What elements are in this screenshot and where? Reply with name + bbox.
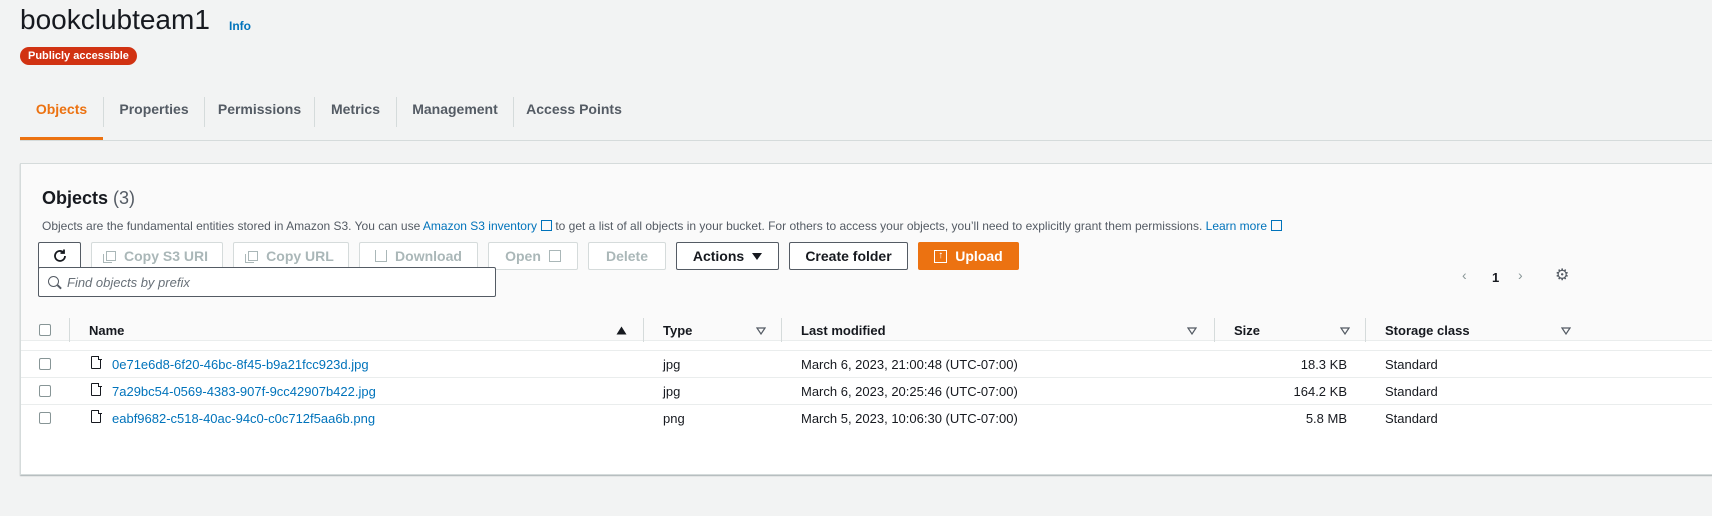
object-name-link[interactable]: 7a29bc54-0569-4383-907f-9cc42907b422.jpg xyxy=(112,384,376,399)
object-name-link[interactable]: eabf9682-c518-40ac-94c0-c0c712f5aa6b.png xyxy=(112,411,375,426)
sort-icon[interactable] xyxy=(1187,327,1197,335)
table-row[interactable]: 7a29bc54-0569-4383-907f-9cc42907b422.jpg… xyxy=(21,378,1712,405)
objects-heading: Objects (3) xyxy=(42,188,135,209)
copy-url-button[interactable]: Copy URL xyxy=(233,242,349,270)
sort-icon[interactable] xyxy=(1561,327,1571,335)
objects-count: (3) xyxy=(113,188,136,208)
object-size: 164.2 KB xyxy=(1293,384,1348,399)
object-storage-class: Standard xyxy=(1385,411,1438,426)
object-type: png xyxy=(663,411,685,426)
download-button[interactable]: Download xyxy=(359,242,478,270)
create-folder-label: Create folder xyxy=(805,248,892,264)
object-storage-class: Standard xyxy=(1385,384,1438,399)
tab-management[interactable]: Management xyxy=(397,97,513,140)
sort-ascending-icon[interactable] xyxy=(616,326,627,335)
external-link-icon xyxy=(548,250,561,262)
next-page-icon[interactable]: › xyxy=(1518,267,1523,283)
download-icon xyxy=(375,250,388,262)
file-icon xyxy=(91,355,102,369)
object-type: jpg xyxy=(663,384,681,399)
objects-panel: Objects (3) Objects are the fundamental … xyxy=(20,163,1712,475)
select-all-checkbox[interactable] xyxy=(39,324,51,336)
column-divider xyxy=(1365,318,1366,342)
tab-objects[interactable]: Objects xyxy=(20,97,103,140)
tab-properties[interactable]: Properties xyxy=(104,97,204,140)
public-access-badge: Publicly accessible xyxy=(20,47,137,65)
upload-label: Upload xyxy=(955,248,1003,264)
object-last-modified: March 6, 2023, 20:25:46 (UTC-07:00) xyxy=(801,384,1018,399)
open-button[interactable]: Open xyxy=(488,242,578,270)
file-icon xyxy=(91,382,102,396)
download-label: Download xyxy=(395,248,462,264)
row-checkbox[interactable] xyxy=(39,412,51,424)
row-checkbox[interactable] xyxy=(39,385,51,397)
column-header-last-modified[interactable]: Last modified xyxy=(801,323,886,338)
object-size: 5.8 MB xyxy=(1305,411,1347,426)
objects-description: Objects are the fundamental entities sto… xyxy=(42,219,1283,233)
sort-icon[interactable] xyxy=(756,327,766,335)
open-label: Open xyxy=(505,248,541,264)
tab-access-points[interactable]: Access Points xyxy=(514,97,634,140)
objects-panel-header: Objects (3) Objects are the fundamental … xyxy=(21,164,1712,341)
column-header-type[interactable]: Type xyxy=(663,323,692,338)
upload-button[interactable]: ↑ Upload xyxy=(918,242,1019,270)
table-row[interactable]: eabf9682-c518-40ac-94c0-c0c712f5aa6b.png… xyxy=(21,405,1712,432)
previous-page-icon[interactable]: ‹ xyxy=(1462,267,1467,283)
bucket-title: bookclubteam1 xyxy=(20,4,210,35)
table-row[interactable]: 0e71e6d8-6f20-46bc-8f45-b9a21fcc923d.jpg… xyxy=(21,351,1712,378)
search-input[interactable] xyxy=(67,268,487,296)
column-divider xyxy=(643,318,644,342)
caret-down-icon xyxy=(752,252,763,260)
column-header-size[interactable]: Size xyxy=(1234,323,1260,338)
external-link-icon xyxy=(540,220,552,231)
learn-more-link[interactable]: Learn more xyxy=(1206,219,1283,233)
sort-icon[interactable] xyxy=(1340,327,1350,335)
search-box xyxy=(38,267,496,297)
description-text-after: to get a list of all objects in your buc… xyxy=(555,219,1203,233)
file-icon xyxy=(91,409,102,423)
refresh-button[interactable] xyxy=(38,242,81,270)
create-folder-button[interactable]: Create folder xyxy=(789,242,908,270)
column-divider xyxy=(69,318,70,342)
delete-label: Delete xyxy=(605,248,649,264)
column-divider xyxy=(781,318,782,342)
column-divider xyxy=(1214,318,1215,342)
search-icon xyxy=(48,276,59,287)
object-last-modified: March 5, 2023, 10:06:30 (UTC-07:00) xyxy=(801,411,1018,426)
info-link[interactable]: Info xyxy=(229,19,251,33)
column-header-storage-class[interactable]: Storage class xyxy=(1385,323,1470,338)
objects-heading-label: Objects xyxy=(42,188,109,208)
preferences-gear-icon[interactable]: ⚙ xyxy=(1555,265,1569,285)
external-link-icon xyxy=(1271,220,1283,231)
tab-metrics[interactable]: Metrics xyxy=(315,97,396,140)
row-checkbox[interactable] xyxy=(39,358,51,370)
object-last-modified: March 6, 2023, 21:00:48 (UTC-07:00) xyxy=(801,357,1018,372)
object-size: 18.3 KB xyxy=(1300,357,1347,372)
copy-icon xyxy=(245,251,259,263)
bucket-tabs: Objects Properties Permissions Metrics M… xyxy=(20,97,1712,141)
copy-s3-uri-button[interactable]: Copy S3 URI xyxy=(91,242,223,270)
inventory-link[interactable]: Amazon S3 inventory xyxy=(423,219,552,233)
actions-label: Actions xyxy=(692,248,745,264)
description-text-before: Objects are the fundamental entities sto… xyxy=(42,219,421,233)
upload-icon: ↑ xyxy=(934,249,948,263)
current-page[interactable]: 1 xyxy=(1492,270,1499,285)
tab-permissions[interactable]: Permissions xyxy=(205,97,314,140)
object-storage-class: Standard xyxy=(1385,357,1438,372)
refresh-icon xyxy=(53,249,66,262)
copy-s3-uri-label: Copy S3 URI xyxy=(123,248,208,264)
copy-url-label: Copy URL xyxy=(266,248,334,264)
object-name-link[interactable]: 0e71e6d8-6f20-46bc-8f45-b9a21fcc923d.jpg xyxy=(112,357,369,372)
actions-dropdown[interactable]: Actions xyxy=(676,242,779,270)
object-type: jpg xyxy=(663,357,681,372)
delete-button[interactable]: Delete xyxy=(588,242,666,270)
column-header-name[interactable]: Name xyxy=(89,323,124,338)
copy-icon xyxy=(102,251,116,263)
